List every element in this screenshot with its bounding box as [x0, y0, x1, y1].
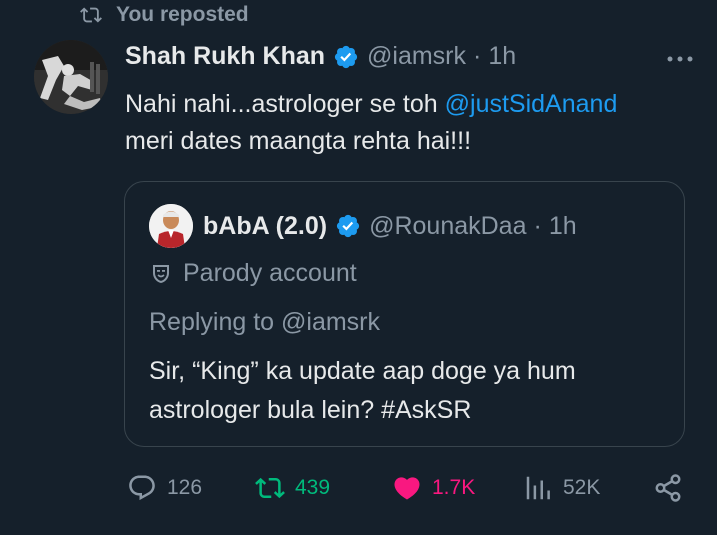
share-button[interactable] — [653, 473, 683, 503]
action-bar: 126 439 1.7K 52K — [125, 473, 690, 513]
parody-label-text: Parody account — [183, 259, 357, 287]
quoted-timestamp[interactable]: 1h — [549, 212, 577, 241]
mention-link[interactable]: @justSidAnand — [445, 90, 618, 118]
theater-mask-icon — [153, 264, 169, 283]
tweet-text-part2: meri dates maangta rehta hai!!! — [125, 127, 472, 155]
verified-badge-icon — [336, 214, 360, 238]
heart-icon — [394, 477, 420, 500]
repost-count: 439 — [295, 476, 331, 499]
repost-icon — [80, 7, 102, 23]
replying-to: Replying to @iamsrk — [149, 308, 381, 336]
repost-icon — [255, 477, 285, 499]
quoted-tweet[interactable]: bAbA (2.0) @RounakDaa · 1h Parody accoun… — [124, 181, 685, 447]
reply-icon — [129, 475, 155, 501]
like-button[interactable]: 1.7K — [392, 473, 475, 503]
avatar-photo — [34, 40, 108, 114]
tweet[interactable]: You reposted Shah Rukh Khan @iamsrk · 1h… — [0, 0, 717, 535]
separator-dot: · — [473, 42, 482, 70]
tweet-text: Nahi nahi...astrologer se toh @justSidAn… — [125, 86, 705, 160]
share-icon — [655, 474, 681, 502]
quoted-author-name[interactable]: bAbA (2.0) — [203, 212, 327, 241]
author-name[interactable]: Shah Rukh Khan — [125, 42, 325, 71]
reply-button[interactable]: 126 — [127, 473, 202, 503]
quoted-tweet-text: Sir, “King” ka update aap doge ya hum as… — [149, 352, 669, 430]
more-options-icon[interactable] — [665, 48, 695, 70]
verified-badge-icon — [334, 45, 358, 68]
avatar[interactable] — [34, 40, 108, 114]
quoted-avatar-photo — [149, 204, 193, 248]
views-count: 52K — [563, 476, 601, 499]
like-count: 1.7K — [432, 476, 476, 499]
tweet-header: Shah Rukh Khan @iamsrk · 1h — [125, 42, 516, 71]
reply-count: 126 — [167, 476, 203, 499]
separator-dot: · — [533, 211, 542, 240]
quoted-avatar[interactable] — [149, 204, 193, 248]
quoted-text-line2: astrologer bula lein? #AskSR — [149, 396, 472, 424]
quoted-author-handle[interactable]: @RounakDaa — [369, 212, 526, 241]
parody-label: Parody account — [149, 259, 357, 288]
quoted-text-line1: Sir, “King” ka update aap doge ya hum — [149, 357, 576, 385]
tweet-text-part1: Nahi nahi...astrologer se toh — [125, 90, 445, 118]
quoted-tweet-header: bAbA (2.0) @RounakDaa · 1h — [149, 204, 577, 248]
author-handle[interactable]: @iamsrk — [367, 42, 466, 71]
views-button[interactable]: 52K — [523, 473, 600, 503]
repost-button[interactable]: 439 — [255, 473, 330, 503]
views-chart-icon — [526, 476, 550, 500]
timestamp[interactable]: 1h — [488, 42, 516, 71]
repost-label: You reposted — [116, 3, 249, 26]
repost-context: You reposted — [80, 3, 249, 27]
